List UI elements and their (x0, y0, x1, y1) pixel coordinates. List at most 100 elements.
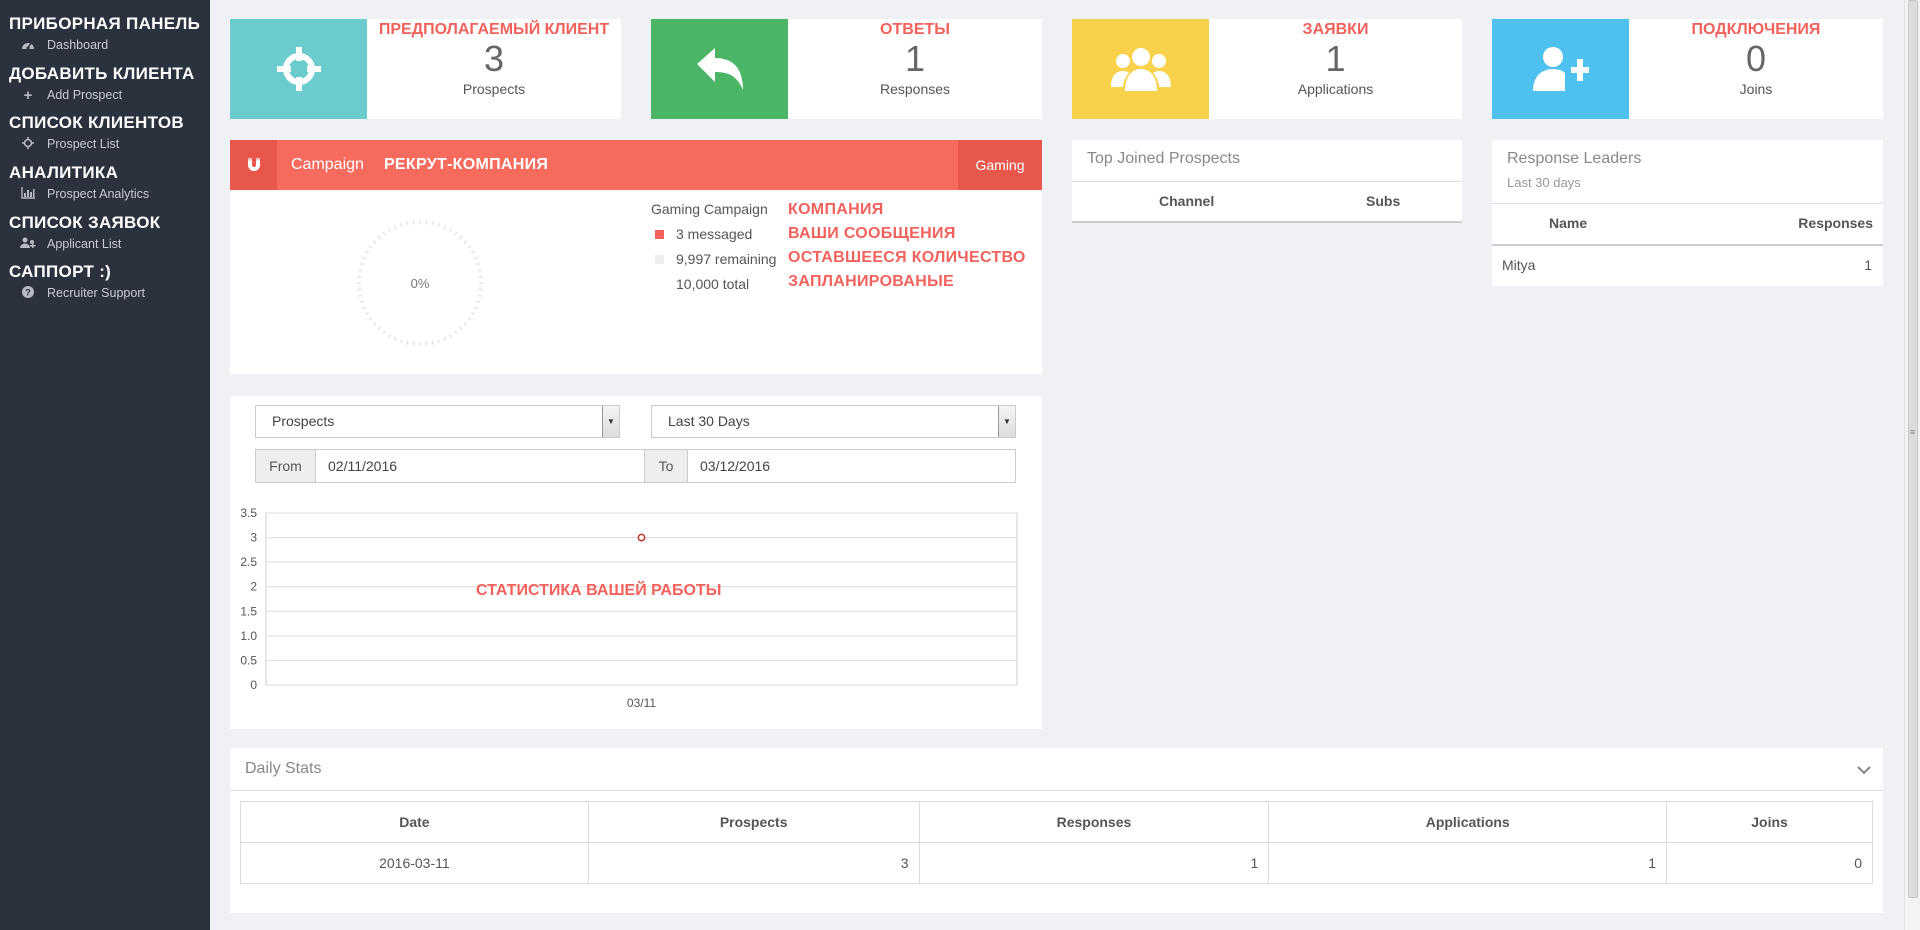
divider (1492, 203, 1883, 204)
stat-card-applications[interactable]: ЗАЯВКИ 1 Applications (1072, 19, 1462, 119)
donut-tick (448, 228, 453, 233)
sidebar-item-applicant-list[interactable]: Applicant List (9, 235, 160, 253)
cell-joins: 0 (1666, 842, 1873, 884)
nav-heading-dashboard: ПРИБОРНАЯ ПАНЕЛЬ (9, 14, 201, 33)
chevron-down-icon[interactable] (1857, 762, 1871, 778)
legend-total: 10,000 total (676, 276, 750, 292)
stat-card-joins[interactable]: ПОДКЛЮЧЕНИЯ 0 Joins (1492, 19, 1883, 119)
stat-value: 1 (904, 38, 926, 79)
col-subs[interactable]: Subs (1366, 193, 1400, 209)
sidebar: ПРИБОРНАЯ ПАНЕЛЬ Dashboard ДОБАВИТЬ КЛИЕ… (0, 0, 210, 930)
donut-tick (358, 294, 363, 297)
stat-value: 0 (1745, 38, 1767, 79)
donut-tick (358, 269, 363, 272)
donut-tick (467, 245, 472, 249)
nav-heading-add-prospect: ДОБАВИТЬ КЛИЕНТА (9, 64, 195, 83)
table-row: 2016-03-11 3 1 1 0 (240, 842, 1873, 884)
users-icon (1072, 19, 1209, 119)
donut-tick (377, 326, 382, 331)
nav-group-applicant-list: СПИСОК ЗАЯВОК Applicant List (9, 213, 160, 253)
range-select[interactable]: Last 30 Days ▼ (651, 405, 1016, 438)
vertical-scrollbar[interactable]: ≡ (1904, 0, 1920, 930)
y-tick-label: 0 (250, 678, 257, 692)
stat-card-responses[interactable]: ОТВЕТЫ 1 Responses (651, 19, 1042, 119)
sidebar-item-prospect-analytics[interactable]: Prospect Analytics (9, 185, 149, 203)
response-leaders-subtitle: Last 30 days (1507, 175, 1581, 190)
donut-tick (399, 222, 403, 228)
data-point (637, 533, 646, 542)
cell-prospects: 3 (587, 842, 920, 884)
campaign-tag[interactable]: Gaming (958, 140, 1042, 190)
note-company: КОМПАНИЯ (788, 201, 884, 218)
donut-tick (443, 336, 447, 341)
donut-tick (463, 240, 468, 245)
swatch-messaged (655, 229, 664, 239)
legend-remaining-label: 9,997 remaining (676, 251, 777, 267)
sidebar-item-dashboard[interactable]: Dashboard (9, 36, 200, 54)
to-date-input[interactable]: 03/12/2016 (687, 449, 1016, 483)
sidebar-item-prospect-list[interactable]: Prospect List (9, 135, 184, 153)
col-joins[interactable]: Joins (1666, 801, 1873, 843)
campaign-label: Campaign (291, 156, 364, 173)
donut-tick (431, 221, 434, 226)
donut-tick (359, 262, 365, 266)
scrollbar-thumb[interactable] (1908, 0, 1918, 898)
sidebar-item-label: Add Prospect (47, 88, 123, 102)
stat-card-prospects[interactable]: ПРЕДПОЛАГАЕМЫЙ КЛИЕНТ 3 Prospects (230, 19, 621, 119)
campaign-title: Gaming Campaign (651, 201, 768, 217)
donut-tick (454, 231, 458, 236)
y-tick-label: 1.5 (240, 604, 257, 618)
donut-tick (473, 256, 478, 260)
donut-tick (399, 338, 403, 344)
dashboard-icon (17, 38, 39, 53)
stat-ru-title: ПРЕДПОЛАГАЕМЫЙ КЛИЕНТ (378, 21, 610, 38)
col-name[interactable]: Name (1549, 215, 1587, 231)
donut-tick (382, 231, 386, 236)
col-applications[interactable]: Applications (1268, 801, 1668, 843)
col-date[interactable]: Date (240, 801, 589, 843)
sidebar-item-label: Applicant List (47, 237, 122, 251)
crosshair-icon (230, 19, 367, 119)
daily-stats-table: Date Prospects Responses Applications Jo… (240, 801, 1873, 884)
sidebar-item-add-prospect[interactable]: + Add Prospect (9, 86, 195, 104)
donut-tick (372, 321, 377, 326)
nav-heading-prospect-list: СПИСОК КЛИЕНТОВ (9, 113, 184, 132)
sidebar-item-label: Prospect Analytics (47, 187, 150, 201)
chart-panel: Prospects ▼ Last 30 Days ▼ From 02/11/20… (230, 396, 1042, 729)
chevron-down-icon[interactable]: ▼ (602, 406, 619, 437)
question-circle-icon: ? (17, 285, 39, 301)
scroll-grip-icon: ≡ (1910, 427, 1916, 437)
col-prospects[interactable]: Prospects (587, 801, 920, 843)
col-responses[interactable]: Responses (1798, 215, 1873, 231)
metric-select[interactable]: Prospects ▼ (255, 405, 620, 438)
donut-tick (382, 330, 386, 335)
stat-label: Prospects (462, 81, 526, 97)
campaign-header[interactable]: Campaign РЕКРУТ-КОМПАНИЯ Gaming (230, 140, 1042, 190)
bar-chart-icon (17, 186, 39, 202)
chart-annotation: СТАТИСТИКА ВАШЕЙ РАБОТЫ (476, 580, 721, 599)
svg-text:?: ? (25, 287, 31, 297)
donut-tick (368, 245, 373, 249)
campaign-name: РЕКРУТ-КОМПАНИЯ (383, 156, 549, 173)
from-addon: From (255, 449, 316, 483)
leader-name: Mitya (1502, 257, 1536, 273)
donut-tick (470, 250, 475, 255)
sidebar-item-recruiter-support[interactable]: ? Recruiter Support (9, 284, 145, 302)
chevron-down-icon[interactable]: ▼ (998, 406, 1015, 437)
donut-tick (473, 306, 478, 310)
col-responses[interactable]: Responses (918, 801, 1270, 843)
leader-responses: 1 (1864, 257, 1872, 273)
donut-tick (437, 338, 441, 344)
range-select-value: Last 30 Days (668, 413, 750, 429)
sidebar-item-label: Recruiter Support (47, 286, 145, 300)
donut-tick (368, 317, 373, 321)
donut-tick (437, 222, 441, 228)
campaign-percent: 0% (411, 276, 430, 291)
donut-tick (362, 256, 367, 260)
donut-tick (362, 306, 367, 310)
donut-tick (458, 235, 463, 240)
legend-messaged: 3 messaged (655, 226, 752, 242)
col-channel[interactable]: Channel (1159, 193, 1214, 209)
swatch-remaining (655, 254, 664, 264)
from-date-input[interactable]: 02/11/2016 (315, 449, 645, 483)
